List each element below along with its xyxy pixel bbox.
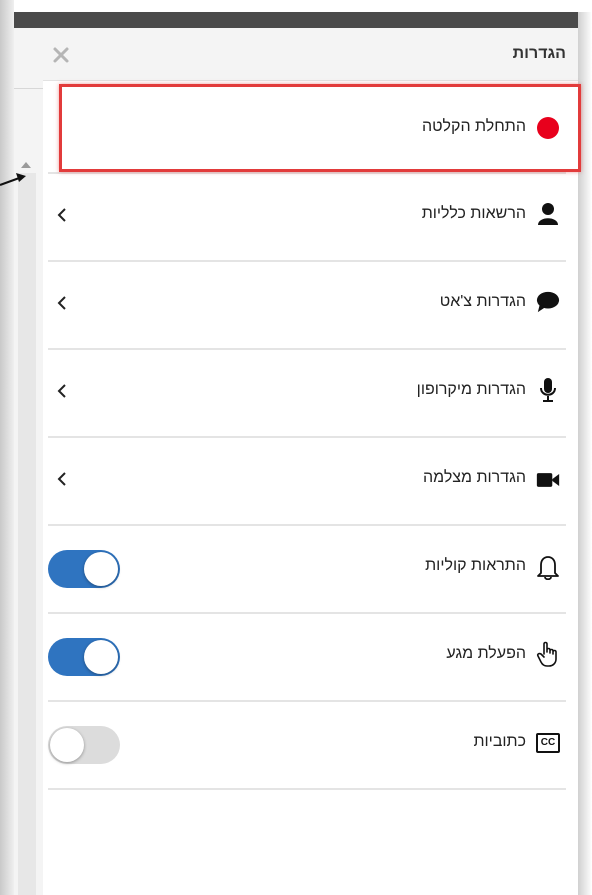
chat-settings-item[interactable]: הגדרות צ'אט (48, 262, 566, 350)
user-icon (536, 202, 560, 226)
camera-settings-item[interactable]: הגדרות מצלמה (48, 438, 566, 526)
captions-label: כתוביות (473, 733, 526, 750)
cc-badge: CC (536, 733, 560, 753)
closed-captions-icon: CC (536, 731, 560, 755)
column-divider (14, 88, 43, 89)
chevron-left-icon (57, 208, 66, 222)
background-content-column (14, 28, 44, 895)
touch-activation-item: הפעלת מגע (48, 614, 566, 702)
toggle-knob (50, 728, 84, 762)
sound-notifications-toggle[interactable] (48, 550, 120, 588)
chat-bubble-icon (536, 290, 560, 314)
app-top-bar (14, 12, 579, 28)
camera-settings-label: הגדרות מצלמה (423, 469, 526, 486)
general-permissions-label: הרשאות כלליות (421, 205, 526, 222)
chat-settings-label: הגדרות צ'אט (439, 293, 526, 310)
microphone-settings-item[interactable]: הגדרות מיקרופון (48, 350, 566, 438)
chevron-left-icon (57, 296, 66, 310)
microphone-settings-label: הגדרות מיקרופון (416, 381, 526, 398)
toggle-knob (84, 640, 118, 674)
highlight-annotation-box (59, 84, 581, 172)
bell-icon (536, 555, 560, 580)
panel-header: הגדרות (43, 28, 578, 81)
pointer-arrow-icon (0, 173, 26, 186)
close-icon[interactable] (51, 45, 71, 65)
touch-hand-icon (536, 641, 560, 667)
window-shadow-left (0, 0, 14, 895)
touch-activation-toggle[interactable] (48, 638, 120, 676)
general-permissions-item[interactable]: הרשאות כלליות (48, 174, 566, 262)
touch-activation-label: הפעלת מגע (446, 645, 526, 662)
scrollbar-track[interactable] (18, 173, 36, 895)
sound-notifications-item: התראות קוליות (48, 526, 566, 614)
toggle-knob (84, 552, 118, 586)
captions-item: CC כתוביות (48, 702, 566, 790)
microphone-icon (536, 378, 560, 402)
sound-notifications-label: התראות קוליות (425, 557, 526, 574)
panel-title: הגדרות (512, 45, 566, 62)
camera-icon (536, 468, 560, 492)
captions-toggle[interactable] (48, 726, 120, 764)
chevron-left-icon (57, 472, 66, 486)
chevron-left-icon (57, 384, 66, 398)
